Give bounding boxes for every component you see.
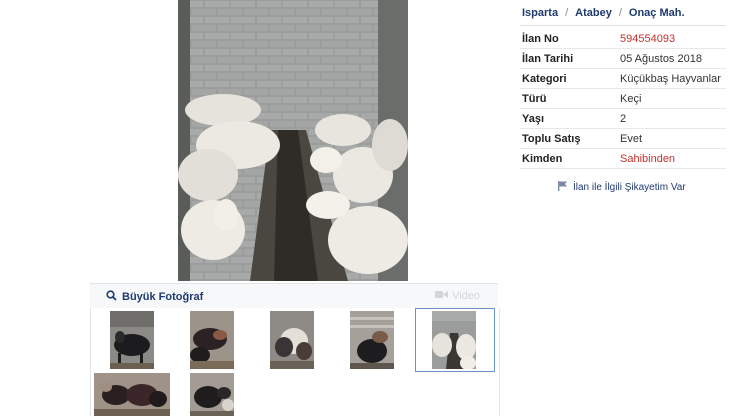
detail-value: Küçükbaş Hayvanlar — [620, 72, 721, 85]
camera-icon — [435, 290, 449, 302]
detail-key: Yaşı — [522, 112, 545, 125]
thumbnail-2[interactable] — [190, 311, 234, 369]
detail-key: Kimden — [522, 152, 563, 165]
detail-row-seller: Kimden Sahibinden — [520, 149, 726, 169]
video-label: Video — [452, 290, 480, 302]
listing-number-value: 594554093 — [620, 32, 676, 45]
thumbnail-6[interactable] — [94, 373, 170, 416]
breadcrumb-city[interactable]: Isparta — [522, 7, 558, 19]
big-photo-button[interactable]: Büyük Fotoğraf — [106, 290, 203, 304]
thumbnail-5-selected-frame[interactable] — [415, 308, 495, 372]
detail-row-category: Kategori Küçükbaş Hayvanlar — [520, 69, 726, 89]
thumbnail-grid — [90, 308, 500, 416]
detail-row-listing-no: İlan No 594554093 — [520, 29, 726, 49]
big-photo-label: Büyük Fotoğraf — [122, 291, 204, 303]
seller-type-value: Sahibinden — [620, 152, 676, 165]
detail-key: İlan No — [522, 32, 559, 45]
thumbnail-5[interactable] — [432, 311, 476, 369]
thumbnail-1[interactable] — [110, 311, 154, 369]
detail-value: Evet — [620, 132, 643, 145]
detail-value: 05 Ağustos 2018 — [620, 52, 702, 65]
breadcrumb-neighborhood[interactable]: Onaç Mah. — [629, 7, 685, 19]
listing-info-panel: Isparta / Atabey / Onaç Mah. İlan No 594… — [520, 0, 726, 169]
report-listing-label: İlan ile İlgili Şikayetim Var — [573, 182, 686, 193]
detail-row-type: Türü Keçi — [520, 89, 726, 109]
detail-row-listing-date: İlan Tarihi 05 Ağustos 2018 — [520, 49, 726, 69]
breadcrumb-separator: / — [618, 6, 622, 19]
thumbnail-4[interactable] — [350, 311, 394, 369]
thumbnail-3[interactable] — [270, 311, 314, 369]
detail-value: Keçi — [620, 92, 642, 105]
detail-key: Türü — [522, 92, 547, 105]
breadcrumb: Isparta / Atabey / Onaç Mah. — [520, 0, 726, 26]
report-listing-link[interactable]: İlan ile İlgili Şikayetim Var — [558, 181, 686, 194]
detail-key: Toplu Satış — [522, 132, 581, 145]
photo-toolbar: Büyük Fotoğraf Video — [90, 283, 498, 311]
detail-row-bulk-sale: Toplu Satış Evet — [520, 129, 726, 149]
detail-value: 2 — [620, 112, 627, 125]
search-icon — [106, 290, 117, 304]
detail-key: İlan Tarihi — [522, 52, 574, 65]
thumbnail-7[interactable] — [190, 373, 234, 416]
detail-row-age: Yaşı 2 — [520, 109, 726, 129]
flag-icon — [558, 181, 567, 194]
detail-key: Kategori — [522, 72, 567, 85]
main-listing-photo[interactable] — [178, 0, 408, 281]
breadcrumb-district[interactable]: Atabey — [575, 7, 612, 19]
video-button[interactable]: Video — [435, 290, 480, 302]
breadcrumb-separator: / — [565, 6, 569, 19]
